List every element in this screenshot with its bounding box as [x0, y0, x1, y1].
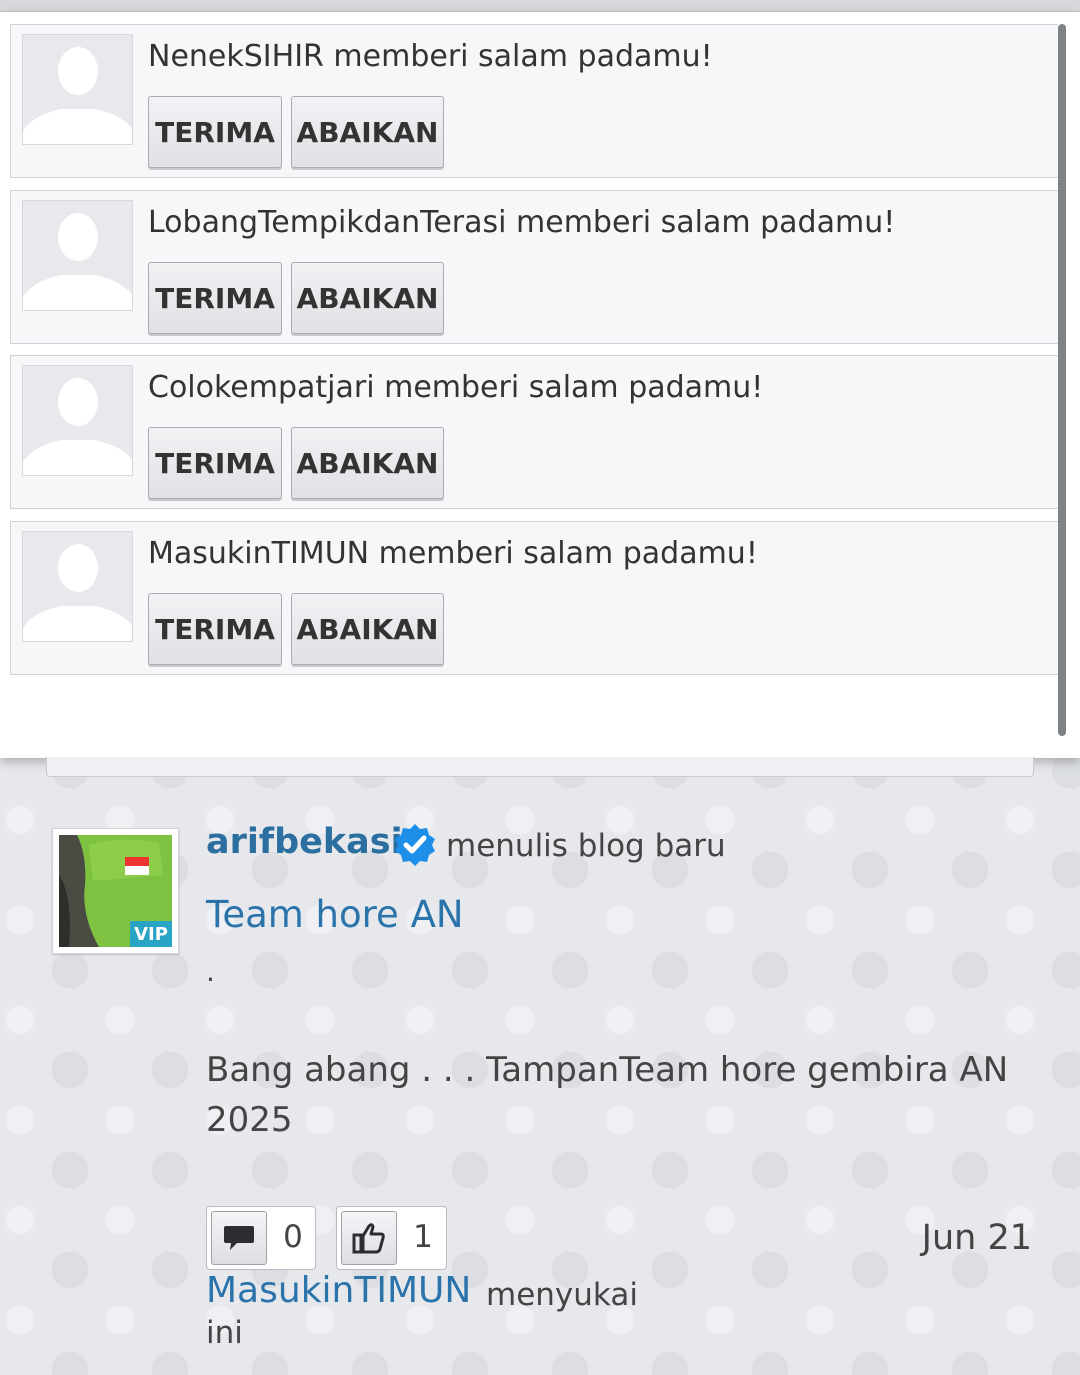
accept-button[interactable]: TERIMA	[148, 593, 282, 665]
greeting-request: NenekSIHIR memberi salam padamu! TERIMA …	[10, 24, 1058, 178]
default-avatar-icon	[22, 200, 133, 311]
liker-link[interactable]: MasukinTIMUN	[206, 1270, 471, 1311]
accept-button[interactable]: TERIMA	[148, 427, 282, 499]
greeting-message: MasukinTIMUN memberi salam padamu!	[148, 536, 758, 571]
user-avatar[interactable]: VIP	[52, 828, 179, 954]
comment-count: 0	[283, 1219, 303, 1255]
default-avatar-icon	[22, 34, 133, 145]
like-count: 1	[413, 1219, 433, 1255]
default-avatar-icon	[22, 365, 133, 476]
like-button[interactable]: 1	[336, 1206, 447, 1270]
greeting-message: NenekSIHIR memberi salam padamu!	[148, 39, 713, 74]
verified-badge-icon	[392, 822, 438, 868]
default-avatar-icon	[22, 531, 133, 642]
comment-button[interactable]: 0	[206, 1206, 316, 1270]
post-date: Jun 21	[921, 1218, 1032, 1258]
liker-text: menyukai	[486, 1277, 638, 1313]
author-link[interactable]: arifbekasi	[206, 822, 403, 862]
ignore-button[interactable]: ABAIKAN	[291, 427, 444, 499]
previous-card-edge	[46, 757, 1034, 777]
ignore-button[interactable]: ABAIKAN	[291, 96, 444, 168]
greeting-request: LobangTempikdanTerasi memberi salam pada…	[10, 190, 1058, 344]
greeting-message: LobangTempikdanTerasi memberi salam pada…	[148, 205, 896, 240]
avatar-photo: VIP	[59, 835, 172, 947]
greeting-request: Colokempatjari memberi salam padamu! TER…	[10, 355, 1058, 509]
blog-title-link[interactable]: Team hore AN	[206, 893, 464, 936]
popup-scrollbar[interactable]	[1058, 24, 1066, 736]
greetings-popup: NenekSIHIR memberi salam padamu! TERIMA …	[0, 12, 1080, 758]
vip-badge: VIP	[130, 921, 172, 947]
greeting-request: MasukinTIMUN memberi salam padamu! TERIM…	[10, 521, 1058, 675]
thumbs-up-icon	[341, 1211, 397, 1265]
blog-excerpt: Bang abang . . . TampanTeam hore gembira…	[206, 1050, 1009, 1140]
top-strip	[0, 0, 1080, 12]
activity-text: menulis blog baru	[446, 828, 726, 864]
comment-icon	[211, 1211, 267, 1265]
accept-button[interactable]: TERIMA	[148, 262, 282, 334]
accept-button[interactable]: TERIMA	[148, 96, 282, 168]
liker-text-continued: ini	[206, 1315, 243, 1351]
ignore-button[interactable]: ABAIKAN	[291, 262, 444, 334]
ignore-button[interactable]: ABAIKAN	[291, 593, 444, 665]
greeting-message: Colokempatjari memberi salam padamu!	[148, 370, 764, 405]
blog-excerpt-dot: .	[206, 955, 215, 988]
